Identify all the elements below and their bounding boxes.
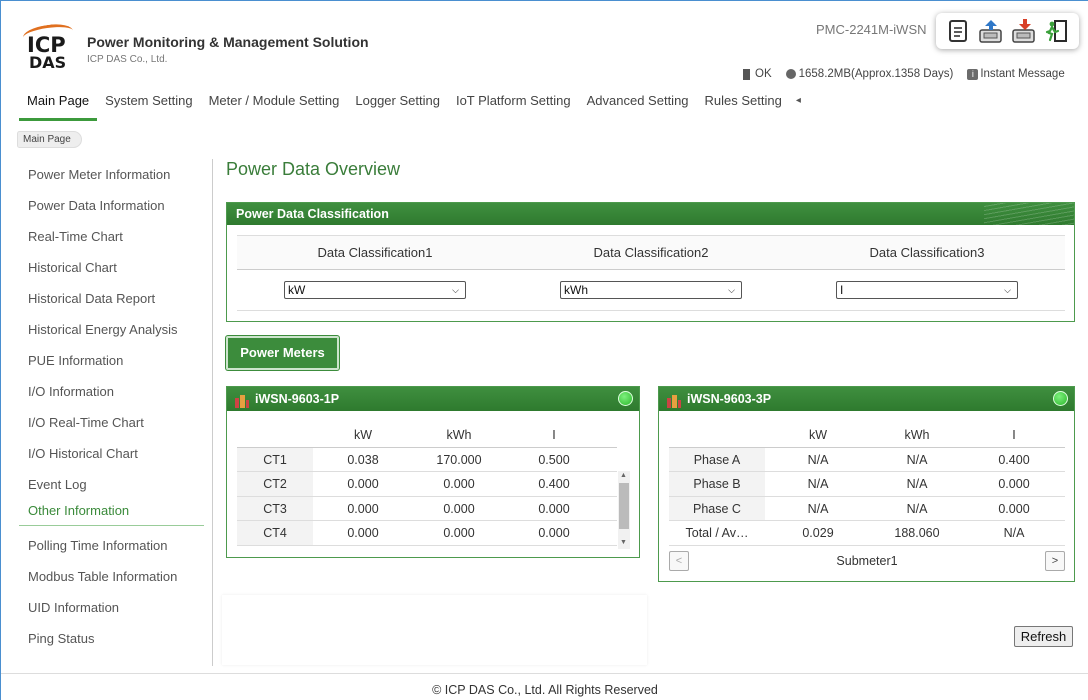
- sidebar-item-event-log[interactable]: Event Log: [19, 469, 204, 500]
- chevron-down-icon: ⌵: [452, 285, 459, 295]
- breadcrumb-main-page[interactable]: Main Page: [17, 131, 82, 148]
- table-row: CT1 0.038 170.000 0.500: [237, 447, 617, 472]
- tab-iot-platform-setting[interactable]: IoT Platform Setting: [448, 91, 579, 121]
- tab-rules-setting[interactable]: Rules Setting: [697, 91, 790, 121]
- scroll-up-icon[interactable]: ▲: [620, 472, 627, 479]
- blank-panel: [222, 595, 647, 665]
- table-row: Phase B N/A N/A 0.000: [669, 472, 1065, 497]
- sidebar-item-historical-data-report[interactable]: Historical Data Report: [19, 283, 204, 314]
- disk-icon: [785, 69, 796, 79]
- classification-table: Data Classification1 Data Classification…: [237, 235, 1065, 311]
- status-led-icon: [618, 391, 633, 406]
- device-name: PMC-2241M-iWSN: [816, 22, 927, 37]
- icpdas-logo: ICP DAS: [21, 21, 77, 72]
- breadcrumb: Main Page: [17, 130, 82, 148]
- table-row: Phase C N/A N/A 0.000: [669, 496, 1065, 521]
- tab-logger-setting[interactable]: Logger Setting: [347, 91, 448, 121]
- nav-scroll-left-icon[interactable]: ◂: [790, 91, 807, 121]
- sidebar-item-ping-status[interactable]: Ping Status: [19, 623, 204, 654]
- page-title: Power Data Overview: [226, 159, 401, 179]
- data-classification1-select[interactable]: kW ⌵: [284, 281, 466, 299]
- prev-submeter-button[interactable]: <: [669, 551, 689, 571]
- meter-icon: [234, 392, 250, 408]
- panel-heading: Power Data Classification: [227, 203, 1074, 225]
- sidebar-item-io-real-time-chart[interactable]: I/O Real-Time Chart: [19, 407, 204, 438]
- battery-icon: [743, 68, 750, 80]
- chevron-down-icon: ⌵: [728, 285, 735, 295]
- download-icon[interactable]: [1011, 18, 1037, 44]
- next-submeter-button[interactable]: >: [1045, 551, 1065, 571]
- status-bar: OK 1658.2MB(Approx.1358 Days) i Instant M…: [743, 68, 1079, 80]
- meter-icon: [666, 392, 682, 408]
- main-nav: Main Page System Setting Meter / Module …: [19, 91, 807, 121]
- table-row: CT2 0.000 0.000 0.400: [237, 472, 617, 497]
- sidebar-item-real-time-chart[interactable]: Real-Time Chart: [19, 221, 204, 252]
- storage-status: 1658.2MB(Approx.1358 Days): [785, 68, 953, 80]
- meter-card-iwsn-9603-1p: iWSN-9603-1P kW kWh I CT1 0.038 170.000 …: [226, 386, 640, 558]
- column-header: Data Classification3: [869, 245, 985, 260]
- sidebar-item-polling-time-information[interactable]: Polling Time Information: [19, 530, 204, 561]
- scrollbar-thumb[interactable]: [619, 483, 629, 529]
- app-title: Power Monitoring & Management Solution: [87, 34, 369, 50]
- toolbar: [936, 13, 1079, 49]
- table-row: Phase A N/A N/A 0.400: [669, 447, 1065, 472]
- sidebar-item-historical-energy-analysis[interactable]: Historical Energy Analysis: [19, 314, 204, 345]
- tab-advanced-setting[interactable]: Advanced Setting: [579, 91, 697, 121]
- sidebar: Power Meter Information Power Data Infor…: [19, 159, 204, 654]
- tab-meter-module-setting[interactable]: Meter / Module Setting: [201, 91, 348, 121]
- tab-main-page[interactable]: Main Page: [19, 91, 98, 121]
- company-name: ICP DAS Co., Ltd.: [87, 54, 168, 65]
- meter-card-iwsn-9603-3p: iWSN-9603-3P kW kWh I Phase A N/A N/A 0.…: [658, 386, 1075, 582]
- sidebar-item-modbus-table-information[interactable]: Modbus Table Information: [19, 561, 204, 592]
- table-row: Total / Av… 0.029 188.060 N/A: [669, 521, 1065, 546]
- upload-icon[interactable]: [978, 18, 1004, 44]
- table-row: CT4 0.000 0.000 0.000: [237, 521, 617, 546]
- status-led-icon: [1053, 391, 1068, 406]
- meter1-table: kW kWh I CT1 0.038 170.000 0.500 CT2 0.0…: [237, 423, 617, 546]
- app-frame: ICP DAS Power Monitoring & Management So…: [0, 0, 1088, 700]
- data-classification3-select[interactable]: I ⌵: [836, 281, 1018, 299]
- sidebar-item-other-information[interactable]: Other Information: [19, 500, 204, 526]
- document-icon[interactable]: [945, 18, 971, 44]
- sidebar-divider: [212, 159, 213, 666]
- column-header: Data Classification2: [593, 245, 709, 260]
- message-icon: i: [967, 68, 979, 80]
- meter-card-header: iWSN-9603-1P: [227, 387, 639, 411]
- table-row: CT3 0.000 0.000 0.000: [237, 496, 617, 521]
- meter1-scrollbar[interactable]: ▲ ▼: [618, 471, 630, 549]
- logout-icon[interactable]: [1044, 18, 1070, 44]
- sidebar-item-pue-information[interactable]: PUE Information: [19, 345, 204, 376]
- refresh-button[interactable]: Refresh: [1014, 626, 1073, 647]
- meter-card-header: iWSN-9603-3P: [659, 387, 1074, 411]
- submeter-label: Submeter1: [836, 554, 898, 568]
- sidebar-item-io-information[interactable]: I/O Information: [19, 376, 204, 407]
- logo-text-bottom: DAS: [29, 53, 67, 72]
- column-header: Data Classification1: [317, 245, 433, 260]
- power-meters-button[interactable]: Power Meters: [226, 336, 339, 370]
- sidebar-item-power-meter-information[interactable]: Power Meter Information: [19, 159, 204, 190]
- sidebar-item-io-historical-chart[interactable]: I/O Historical Chart: [19, 438, 204, 469]
- sidebar-item-historical-chart[interactable]: Historical Chart: [19, 252, 204, 283]
- footer-copyright: © ICP DAS Co., Ltd. All Rights Reserved: [1, 673, 1088, 700]
- submeter-pager: Submeter1 < >: [669, 551, 1065, 573]
- meter2-table: kW kWh I Phase A N/A N/A 0.400 Phase B N…: [669, 423, 1065, 546]
- status-ok: OK: [743, 68, 772, 80]
- sidebar-item-power-data-information[interactable]: Power Data Information: [19, 190, 204, 221]
- power-data-classification-panel: Power Data Classification Data Classific…: [226, 202, 1075, 322]
- scroll-down-icon[interactable]: ▼: [620, 539, 627, 546]
- data-classification2-select[interactable]: kWh ⌵: [560, 281, 742, 299]
- tab-system-setting[interactable]: System Setting: [97, 91, 200, 121]
- instant-message-link[interactable]: i Instant Message: [967, 68, 1065, 80]
- header: ICP DAS Power Monitoring & Management So…: [1, 1, 1088, 83]
- chevron-down-icon: ⌵: [1004, 285, 1011, 295]
- sidebar-item-uid-information[interactable]: UID Information: [19, 592, 204, 623]
